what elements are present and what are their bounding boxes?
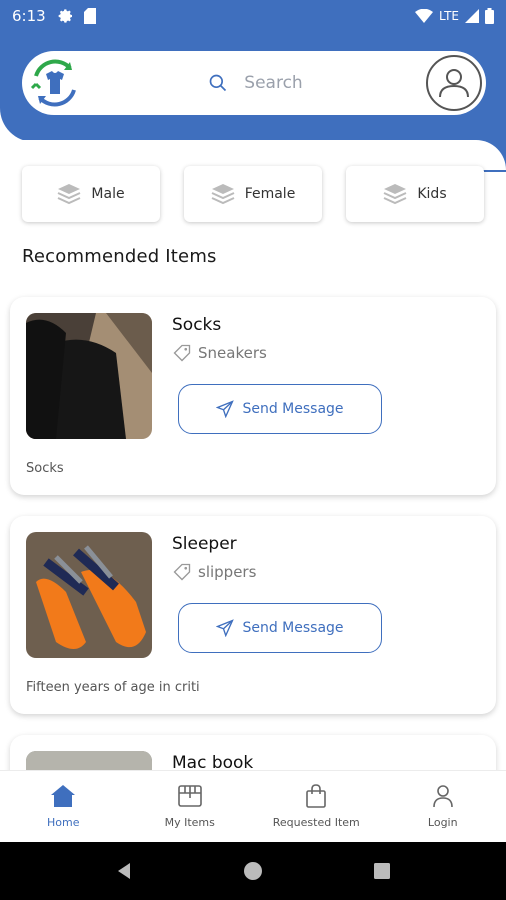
category-label: Female [244,186,296,202]
search-icon [209,74,227,92]
bottom-navigation: Home My Items Requested Item Login [0,770,506,842]
status-bar: 6:13 LTE [0,0,506,32]
send-message-button[interactable]: Send Message [178,603,382,653]
network-type: LTE [439,9,459,23]
sim-card-icon [83,8,96,24]
tshirt-recycle-logo-icon [30,59,76,107]
item-description: Fifteen years of age in criti [26,680,200,695]
nav-label: My Items [164,816,215,829]
category-row: Male Female Kids [22,166,484,222]
search-bar[interactable]: Search [22,51,486,115]
item-image-slippers [26,532,152,658]
item-card[interactable]: Sleeper slippers Send Message Fifteen ye… [10,516,496,714]
nav-login[interactable]: Login [380,771,506,842]
category-kids-button[interactable]: Kids [346,166,484,222]
status-time: 6:13 [12,7,46,25]
item-tag-label: Sneakers [198,344,267,362]
app-logo [25,53,85,113]
tag-icon [173,563,191,581]
category-female-button[interactable]: Female [184,166,322,222]
item-tag: slippers [172,562,256,582]
nav-my-items[interactable]: My Items [127,771,254,842]
battery-icon [485,8,494,24]
store-icon [177,785,202,807]
send-icon [216,619,235,637]
bag-icon [306,784,327,808]
system-navigation-bar [0,842,506,900]
person-icon [432,785,453,808]
layers-icon [383,184,407,205]
item-name: Socks [172,315,222,335]
item-description: Socks [26,461,64,476]
section-title: Recommended Items [22,246,217,267]
item-name: Sleeper [172,534,237,554]
send-message-button[interactable]: Send Message [178,384,382,434]
item-image-socks [26,313,152,439]
category-male-button[interactable]: Male [22,166,160,222]
nav-requested-item[interactable]: Requested Item [253,771,380,842]
item-tag-label: slippers [198,563,257,581]
home-icon [51,785,76,807]
wifi-icon [415,9,434,23]
recents-icon[interactable] [372,861,392,881]
tag-icon [173,344,191,362]
nav-label: Login [427,816,458,829]
category-label: Male [91,186,125,202]
signal-icon [465,9,479,23]
item-tag: Sneakers [172,343,267,363]
nav-home[interactable]: Home [0,771,127,842]
layers-icon [211,184,235,205]
item-card[interactable]: Socks Sneakers Send Message Socks [10,297,496,495]
send-message-label: Send Message [242,401,344,417]
user-avatar-icon [439,69,469,98]
send-message-label: Send Message [242,620,344,636]
layers-icon [57,184,81,205]
category-label: Kids [417,186,447,202]
search-placeholder: Search [244,73,303,93]
settings-gear-icon [58,9,72,23]
profile-avatar-button[interactable] [426,55,482,111]
back-icon[interactable] [114,861,134,881]
nav-label: Home [47,816,80,829]
nav-label: Requested Item [272,816,360,829]
home-circle-icon[interactable] [243,861,263,881]
send-icon [216,400,235,418]
